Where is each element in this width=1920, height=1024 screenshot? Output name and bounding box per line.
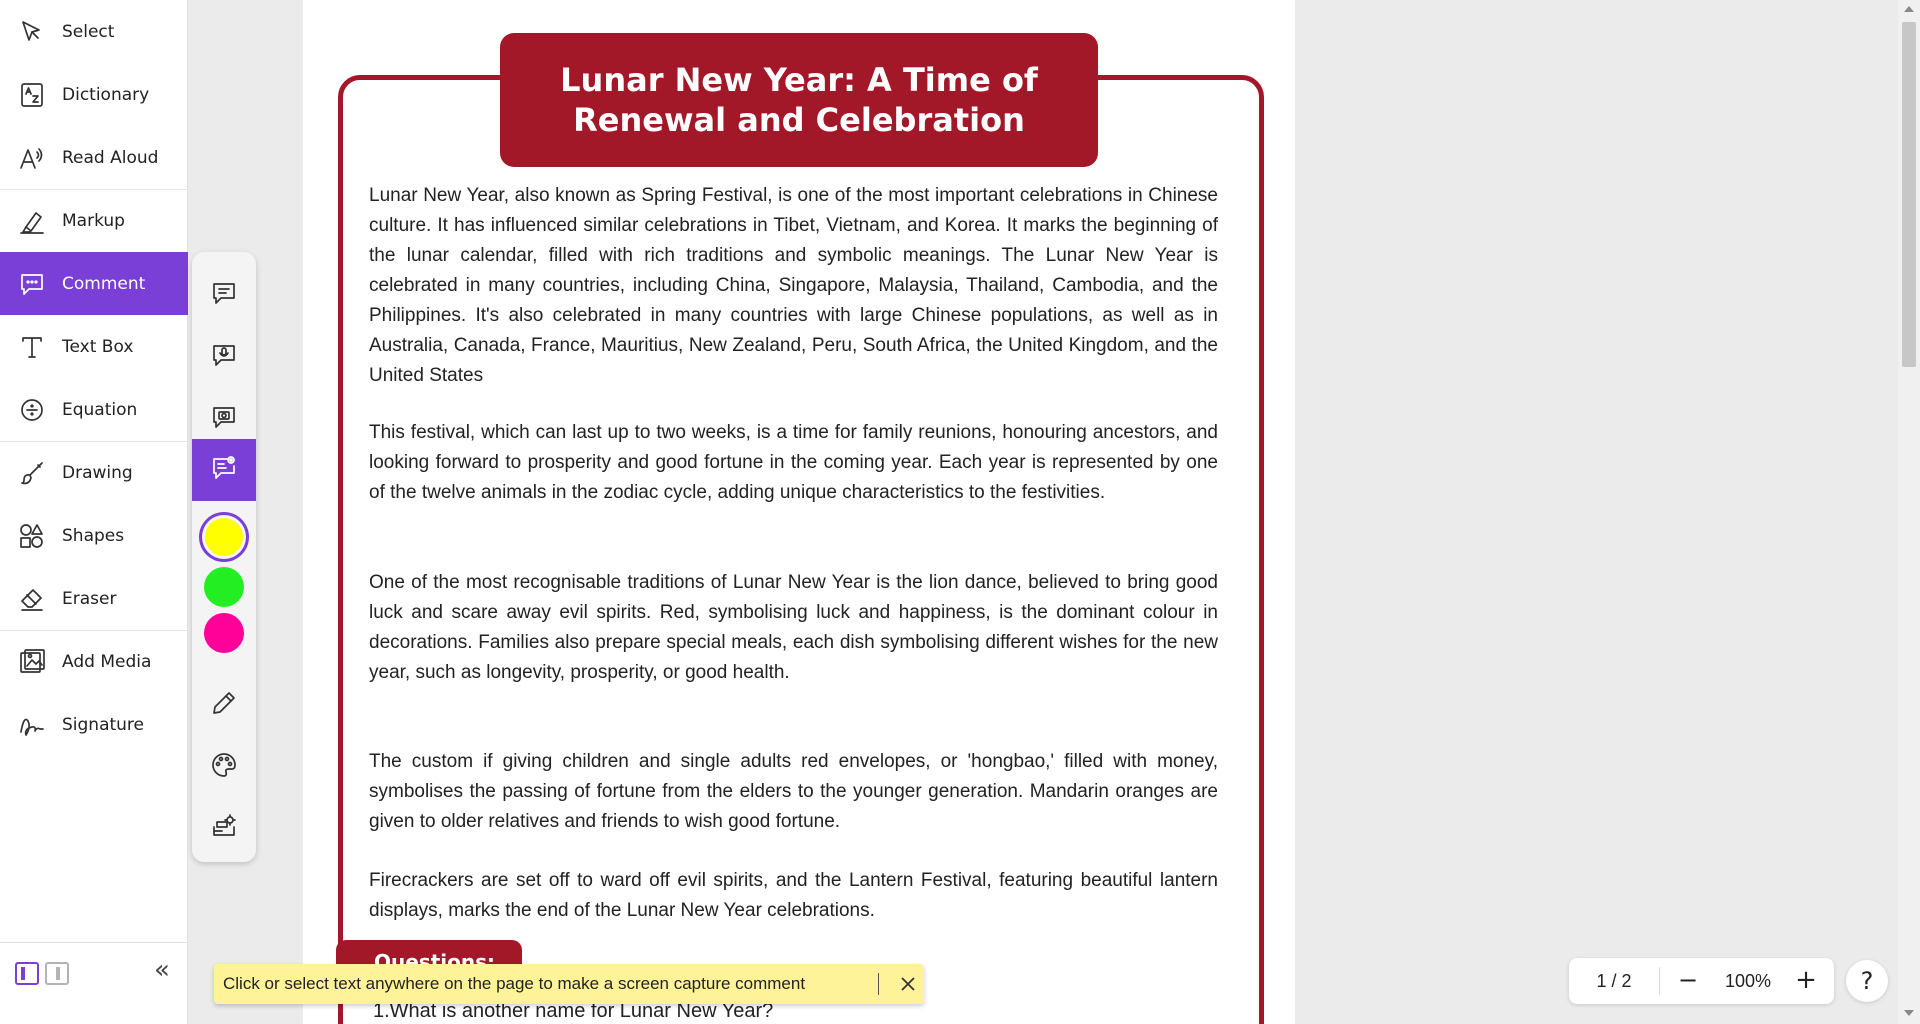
zoom-out-button[interactable]: − <box>1673 966 1703 996</box>
collapse-sidebar-button[interactable]: « <box>148 957 176 985</box>
sidebar-item-text-box[interactable]: Text Box <box>0 315 188 378</box>
screen-capture-hint-banner: Click or select text anywhere on the pag… <box>214 964 924 1004</box>
sidebar-item-label: Select <box>62 21 115 42</box>
voice-comment-button[interactable] <box>192 326 256 388</box>
hint-message: Click or select text anywhere on the pag… <box>223 974 806 993</box>
paragraph: The custom if giving children and single… <box>369 751 1218 832</box>
sidebar-item-dictionary[interactable]: Dictionary <box>0 63 188 126</box>
zoom-controls: 1 / 2 − 100% + <box>1569 958 1834 1004</box>
sidebar-item-add-media[interactable]: Add Media <box>0 630 188 693</box>
sidebar-item-label: Eraser <box>62 588 117 609</box>
sidebar-item-label: Shapes <box>62 525 125 546</box>
comment-settings-button[interactable] <box>192 798 256 860</box>
text-box-icon <box>17 332 47 362</box>
sidebar-item-label: Dictionary <box>62 84 150 105</box>
single-page-layout-button[interactable] <box>15 962 39 985</box>
help-button[interactable]: ? <box>1846 960 1888 1002</box>
text-comment-icon <box>210 279 238 311</box>
vertical-scrollbar[interactable] <box>1898 0 1920 1024</box>
sidebar-item-label: Equation <box>62 399 138 420</box>
document-title: Lunar New Year: A Time of Renewal and Ce… <box>560 61 1038 139</box>
sidebar-item-label: Comment <box>62 273 146 294</box>
color-swatch-yellow[interactable] <box>205 518 243 556</box>
eraser-icon <box>17 584 47 614</box>
sidebar-item-label: Read Aloud <box>62 147 159 168</box>
sidebar-item-label: Signature <box>62 714 145 735</box>
paragraph: One of the most recognisable traditions … <box>369 572 1218 683</box>
comment-icon <box>17 269 47 299</box>
sidebar-footer: « <box>0 942 188 1024</box>
close-icon <box>901 977 915 991</box>
palette-icon <box>210 751 238 783</box>
scrollbar-thumb[interactable] <box>1902 22 1916 367</box>
sidebar-item-comment[interactable]: Comment <box>0 252 188 315</box>
read-aloud-icon <box>17 143 47 173</box>
paragraph: Firecrackers are set off to ward off evi… <box>369 870 1218 921</box>
sidebar-item-shapes[interactable]: Shapes <box>0 504 188 567</box>
screen-capture-comment-icon <box>210 454 238 486</box>
sidebar-item-markup[interactable]: Markup <box>0 189 188 252</box>
brush-icon <box>17 458 47 488</box>
comment-settings-icon <box>210 813 238 845</box>
color-swatch-green[interactable] <box>204 567 244 607</box>
banner-separator <box>878 973 879 995</box>
paragraph: Lunar New Year, also known as Spring Fes… <box>369 185 1218 386</box>
dictionary-icon <box>17 80 47 110</box>
sidebar-item-label: Add Media <box>62 651 152 672</box>
sidebar-item-signature[interactable]: Signature <box>0 693 188 756</box>
comment-toolbar <box>192 252 256 862</box>
voice-comment-icon <box>210 341 238 373</box>
paragraph: This festival, which can last up to two … <box>369 422 1218 503</box>
sidebar-item-eraser[interactable]: Eraser <box>0 567 188 630</box>
zoom-separator <box>1659 967 1660 995</box>
sidebar-item-label: Text Box <box>62 336 134 357</box>
zoom-in-button[interactable]: + <box>1791 966 1821 996</box>
cursor-arrow-icon <box>17 17 47 47</box>
tool-sidebar: Select Dictionary Read Aloud Markup Comm… <box>0 0 188 1024</box>
video-comment-icon <box>210 403 238 435</box>
text-comment-button[interactable] <box>192 264 256 326</box>
scroll-up-arrow[interactable] <box>1904 6 1914 12</box>
equation-icon <box>17 395 47 425</box>
sidebar-item-select[interactable]: Select <box>0 0 188 63</box>
sidebar-item-equation[interactable]: Equation <box>0 378 188 441</box>
color-swatch-pink[interactable] <box>204 613 244 653</box>
pen-icon <box>210 689 238 721</box>
zoom-level: 100% <box>1724 971 1772 991</box>
screen-capture-comment-button[interactable] <box>192 439 256 501</box>
add-media-icon <box>17 647 47 677</box>
sidebar-item-read-aloud[interactable]: Read Aloud <box>0 126 188 189</box>
two-page-layout-button[interactable] <box>45 962 69 985</box>
shapes-icon <box>17 521 47 551</box>
document-page: Lunar New Year: A Time of Renewal and Ce… <box>303 0 1295 1024</box>
palette-button[interactable] <box>192 736 256 798</box>
page-indicator: 1 / 2 <box>1596 971 1632 991</box>
sidebar-item-label: Markup <box>62 210 125 231</box>
close-banner-button[interactable] <box>894 970 922 998</box>
highlighter-icon <box>17 206 47 236</box>
scroll-down-arrow[interactable] <box>1904 1010 1914 1016</box>
sidebar-item-drawing[interactable]: Drawing <box>0 441 188 504</box>
pen-tool-button[interactable] <box>192 674 256 736</box>
sidebar-item-label: Drawing <box>62 462 133 483</box>
signature-icon <box>17 710 47 740</box>
title-banner: Lunar New Year: A Time of Renewal and Ce… <box>500 33 1098 167</box>
